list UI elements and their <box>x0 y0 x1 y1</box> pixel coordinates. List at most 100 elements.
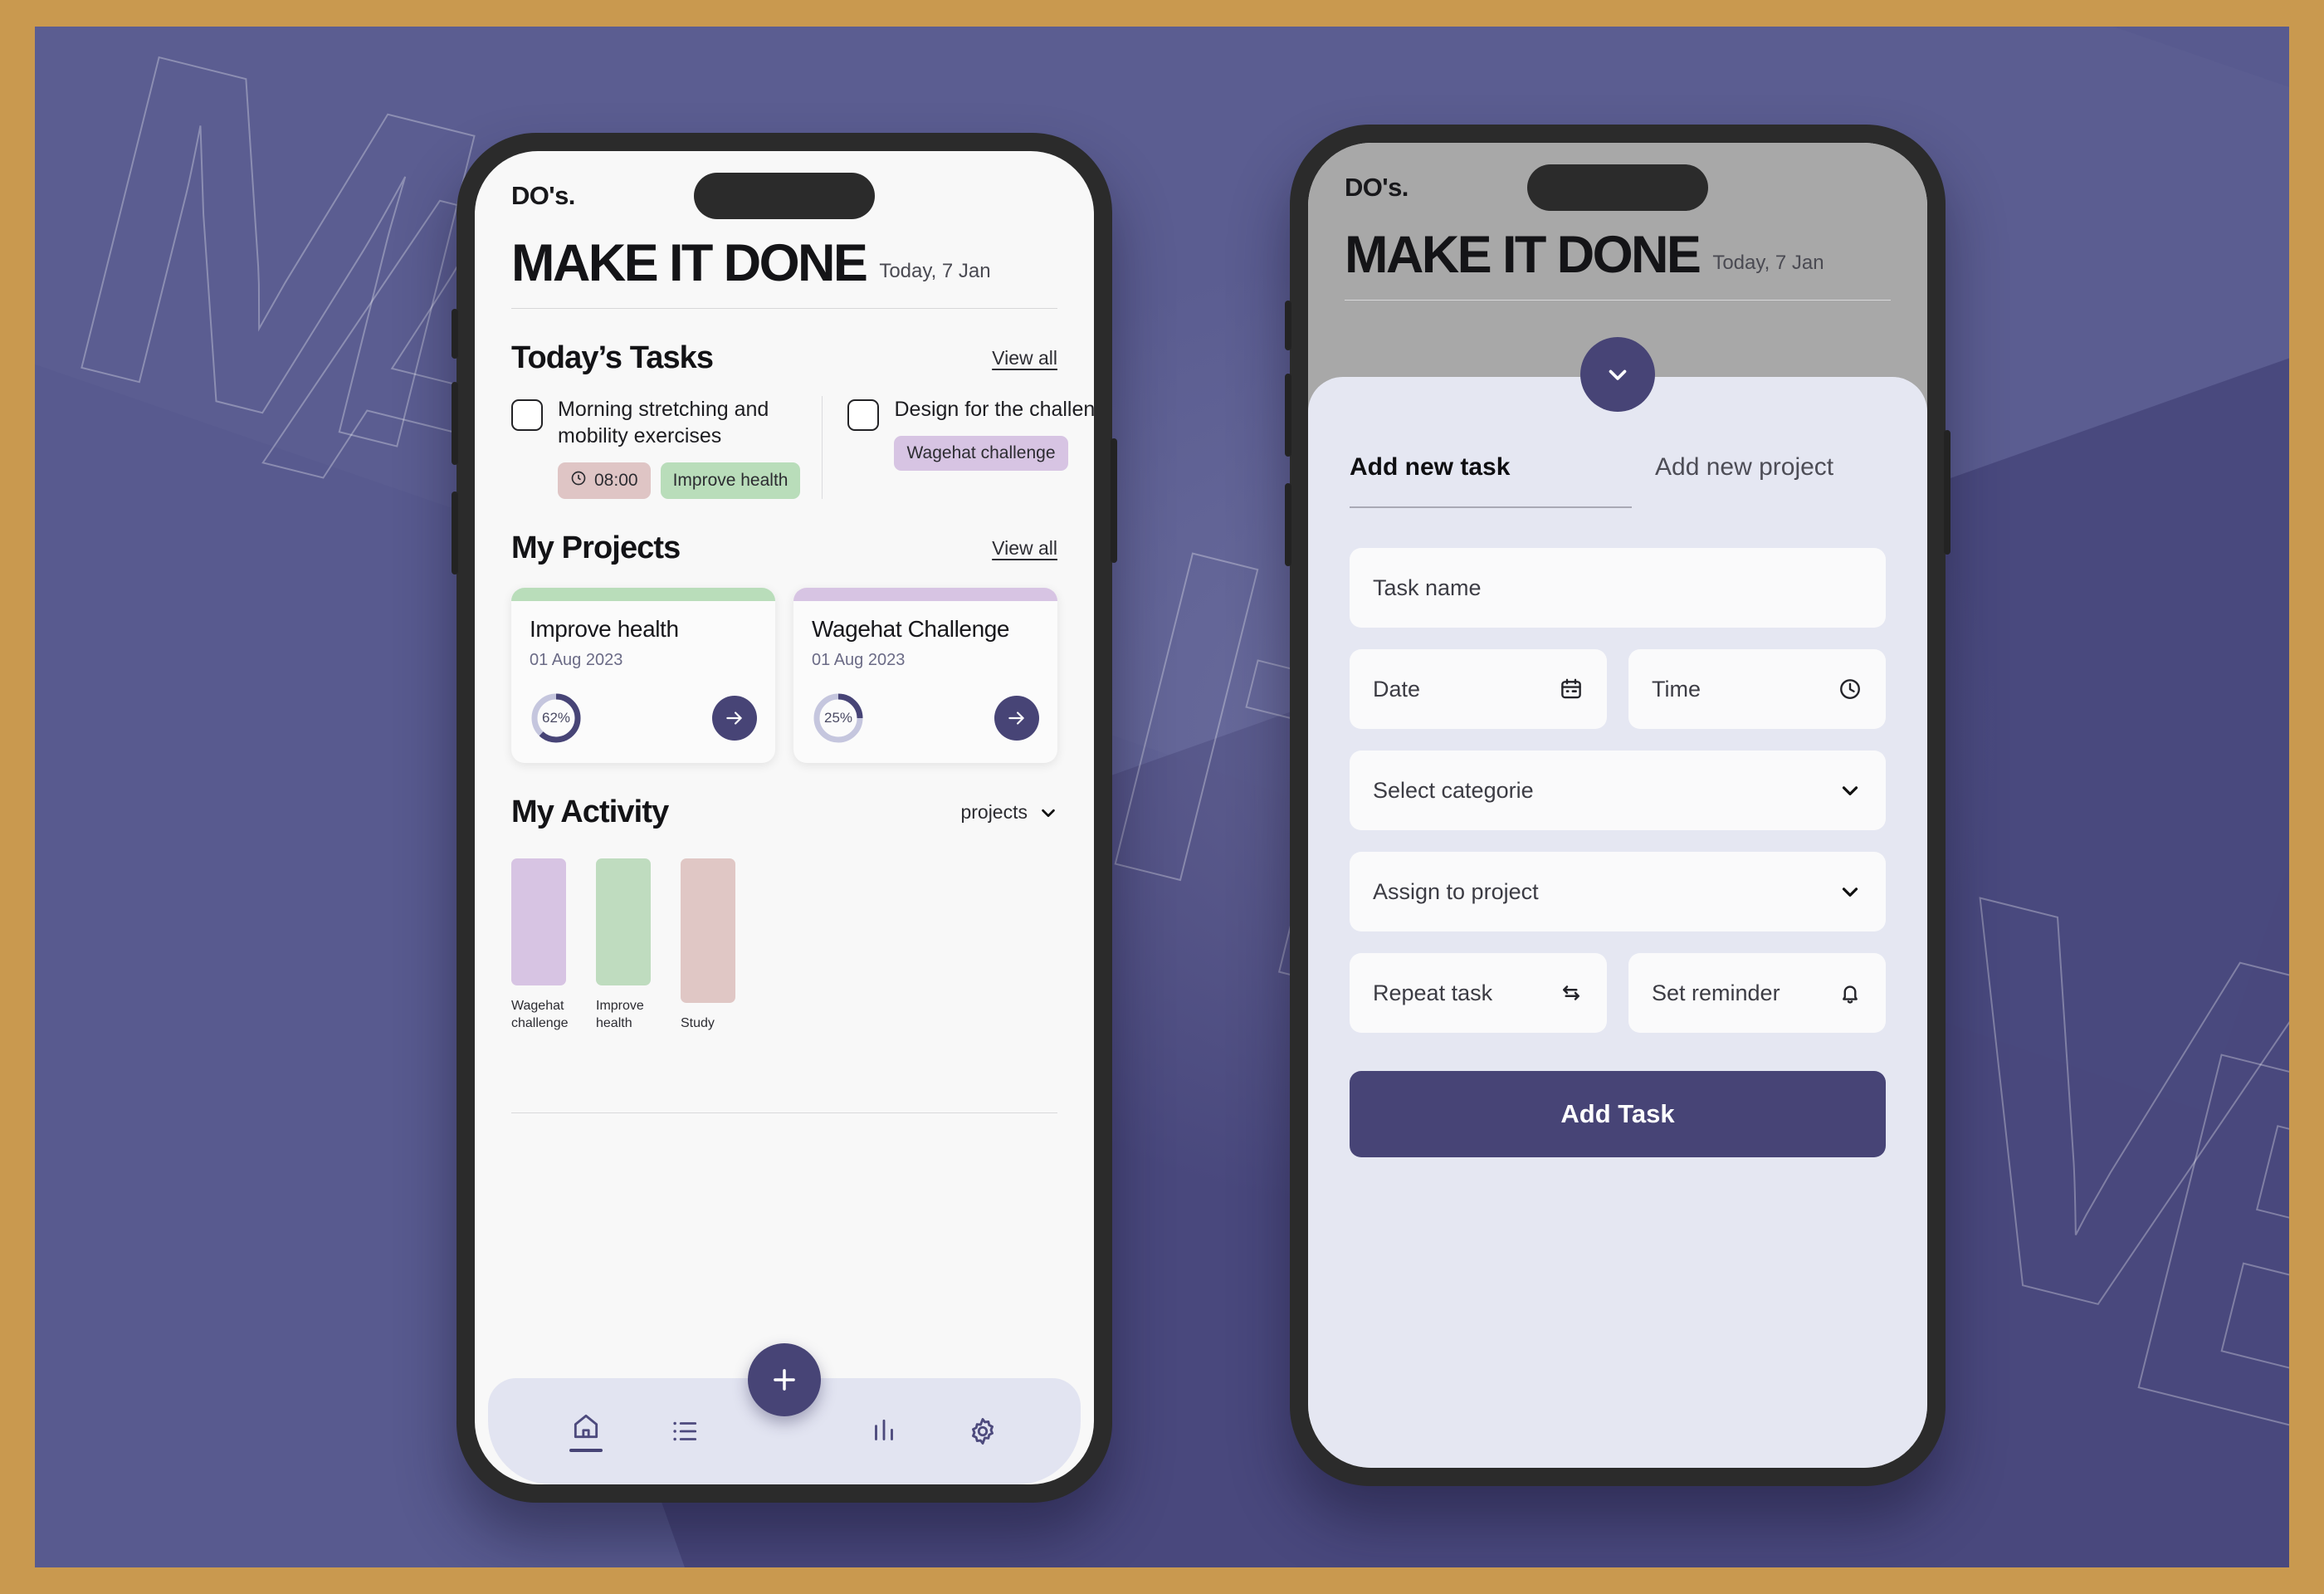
chart-bar-group: Study <box>681 858 735 1033</box>
task-name-placeholder: Task name <box>1373 575 1482 600</box>
clock-icon <box>570 470 587 491</box>
today-date: Today, 7 Jan <box>1712 252 1824 274</box>
task-category-chip: Improve health <box>660 462 801 499</box>
project-date: 01 Aug 2023 <box>530 651 623 669</box>
bell-icon <box>1843 985 1858 1004</box>
phone1-volume-down-button[interactable] <box>452 491 458 575</box>
chart-bar-group: Improve health <box>596 858 651 1033</box>
phone2-volume-up-button[interactable] <box>1285 374 1291 457</box>
phone2-power-button[interactable] <box>1944 430 1950 555</box>
task-name: Morning stretching and mobility exercise… <box>558 398 769 447</box>
task-name: Design for the challenge <box>894 398 1094 421</box>
todays-tasks-header: Today’s Tasks View all <box>511 340 1057 376</box>
phone2-volume-down-button[interactable] <box>1285 483 1291 566</box>
category-placeholder: Select categorie <box>1373 777 1534 803</box>
nav-item-stats[interactable] <box>834 1416 934 1447</box>
project-progress-ring: 62% <box>530 692 583 745</box>
add-task-fab[interactable] <box>748 1343 821 1416</box>
repeat-task-toggle[interactable]: Repeat task <box>1350 953 1607 1033</box>
project-card[interactable]: Wagehat Challenge 01 Aug 2023 25% <box>793 588 1057 763</box>
date-placeholder: Date <box>1373 676 1421 702</box>
todays-tasks-title: Today’s Tasks <box>511 340 714 375</box>
my-projects-title: My Projects <box>511 531 681 565</box>
task-item[interactable]: Morning stretching and mobility exercise… <box>511 396 822 499</box>
time-input[interactable]: Time <box>1628 649 1886 729</box>
list-icon <box>673 1421 697 1441</box>
category-select[interactable]: Select categorie <box>1350 751 1886 830</box>
arrow-right-icon <box>1008 711 1024 725</box>
phone-mockup-home: DO's. MAKE IT DONE Today, 7 Jan Today’s … <box>452 133 1117 1503</box>
my-projects-list: Improve health 01 Aug 2023 62% Wagehat C… <box>511 588 1057 763</box>
chart-bar-label: Study <box>681 1016 715 1031</box>
task-tags: 08:00 Improve health <box>558 462 801 499</box>
gear-icon <box>972 1418 994 1445</box>
chevron-down-icon <box>1609 369 1627 380</box>
nav-active-indicator <box>569 1449 603 1452</box>
chevron-down-icon <box>1042 809 1055 817</box>
phone1-volume-up-button[interactable] <box>452 382 458 465</box>
nav-item-tasks[interactable] <box>636 1416 735 1447</box>
task-item[interactable]: Design for the challenge Wagehat challen… <box>822 396 1094 499</box>
repeat-task-label: Repeat task <box>1373 980 1493 1005</box>
project-date: 01 Aug 2023 <box>812 651 906 669</box>
phone1-screen: DO's. MAKE IT DONE Today, 7 Jan Today’s … <box>475 151 1094 1484</box>
task-checkbox[interactable] <box>511 399 543 431</box>
task-category-chip: Wagehat challenge <box>894 436 1068 471</box>
project-progress-label: 25% <box>823 710 853 726</box>
tab-add-new-project[interactable]: Add new project <box>1655 453 1833 508</box>
header-divider <box>1345 300 1891 301</box>
task-tags: Wagehat challenge <box>894 436 1094 471</box>
page-header: MAKE IT DONE Today, 7 Jan <box>1345 229 1891 281</box>
task-name-input[interactable]: Task name <box>1350 548 1886 628</box>
phone2-notch <box>1527 164 1708 211</box>
calendar-icon <box>1561 678 1581 699</box>
add-task-submit-button[interactable]: Add Task <box>1350 1071 1886 1157</box>
date-input[interactable]: Date <box>1350 649 1607 729</box>
project-open-button[interactable] <box>994 696 1039 741</box>
project-name: Wagehat Challenge <box>812 616 1010 642</box>
chart-bar <box>511 858 566 985</box>
task-checkbox[interactable] <box>847 399 880 431</box>
my-activity-header: My Activity projects <box>511 795 1057 830</box>
chevron-down-icon <box>1842 786 1858 795</box>
project-card[interactable]: Improve health 01 Aug 2023 62% <box>511 588 775 763</box>
project-card-accent-bar <box>793 588 1057 601</box>
bottom-nav-area <box>475 1343 1094 1484</box>
phone2-mute-button[interactable] <box>1285 301 1291 350</box>
nav-item-home[interactable] <box>536 1411 636 1452</box>
chart-bar <box>681 858 735 1004</box>
header-divider <box>511 308 1057 309</box>
today-date: Today, 7 Jan <box>879 260 991 282</box>
activity-bar-chart: Wagehat challenge Improve health Study <box>511 858 1057 1033</box>
page-title: MAKE IT DONE <box>1345 226 1702 284</box>
project-placeholder: Assign to project <box>1373 878 1539 904</box>
chart-bar-group: Wagehat challenge <box>511 858 569 1033</box>
project-name: Improve health <box>530 616 679 642</box>
add-task-sheet: Add new task Add new project Task name D… <box>1308 377 1927 1468</box>
todays-tasks-view-all-link[interactable]: View all <box>992 347 1057 369</box>
project-progress-label: 62% <box>541 710 571 726</box>
page-title: MAKE IT DONE <box>511 234 868 292</box>
time-placeholder: Time <box>1652 676 1701 702</box>
set-reminder-toggle[interactable]: Set reminder <box>1628 953 1886 1033</box>
page-header: MAKE IT DONE Today, 7 Jan <box>511 237 1057 290</box>
clock-icon <box>1840 679 1860 699</box>
phone1-power-button[interactable] <box>1111 438 1117 563</box>
project-select[interactable]: Assign to project <box>1350 852 1886 931</box>
nav-item-settings[interactable] <box>933 1416 1033 1447</box>
phone1-mute-button[interactable] <box>452 309 458 359</box>
project-open-button[interactable] <box>712 696 757 741</box>
poster-canvas: M A I T V E DO's. MAKE IT DONE Today, 7 … <box>35 27 2289 1567</box>
chart-bar <box>596 858 651 985</box>
repeat-icon <box>1563 985 1579 1000</box>
add-task-form: Task name Date Time Select categorie Ass… <box>1308 508 1927 1157</box>
todays-tasks-list: Morning stretching and mobility exercise… <box>511 396 1094 499</box>
my-projects-view-all-link[interactable]: View all <box>992 537 1057 560</box>
tab-add-new-task[interactable]: Add new task <box>1350 453 1632 508</box>
home-icon <box>574 1414 598 1439</box>
set-reminder-label: Set reminder <box>1652 980 1780 1005</box>
activity-filter-dropdown[interactable]: projects <box>960 801 1057 824</box>
collapse-sheet-button[interactable] <box>1580 337 1655 412</box>
task-time-chip: 08:00 <box>558 462 651 499</box>
activity-filter-label: projects <box>960 801 1028 823</box>
